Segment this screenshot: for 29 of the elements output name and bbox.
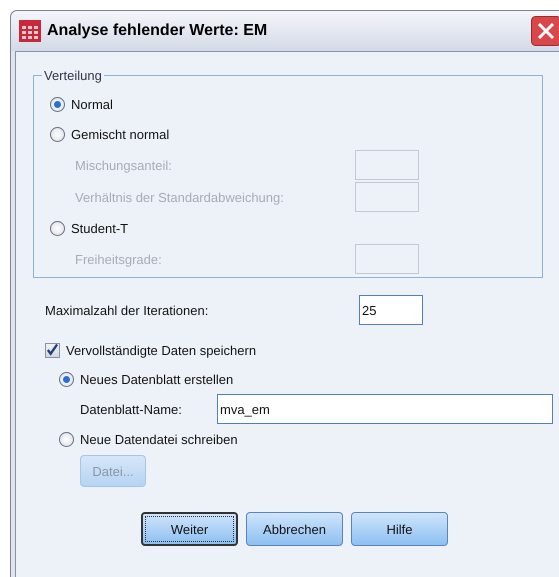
radio-button[interactable]	[59, 432, 74, 446]
radio-label: Gemischt normal	[71, 126, 170, 142]
field-label: Mischungsanteil:	[75, 158, 173, 172]
window-title: Analyse fehlender Werte: EM	[47, 22, 268, 40]
radio-label: Normal	[71, 96, 113, 112]
radio-button[interactable]	[59, 372, 74, 386]
checkbox-label: Vervollständigte Daten speichern	[66, 342, 256, 358]
dialog-button[interactable]: Abbrechen	[246, 512, 343, 546]
radio-button[interactable]	[50, 126, 65, 142]
dialog-button[interactable]: Hilfe	[351, 512, 448, 546]
input-field[interactable]: mva_em	[217, 394, 553, 424]
radio-label: Student-T	[71, 220, 128, 236]
dialog-button[interactable]: Weiter	[141, 512, 238, 546]
input-field[interactable]	[355, 150, 419, 180]
radio-label: Neues Datenblatt erstellen	[80, 372, 234, 386]
close-icon[interactable]	[531, 16, 559, 46]
field-label: Verhältnis der Standardabweichung:	[75, 190, 285, 204]
radio-button[interactable]	[50, 96, 65, 112]
input-field[interactable]	[355, 182, 419, 212]
field-label: Maximalzahl der Iterationen:	[45, 302, 210, 318]
group-legend: Verteilung	[42, 68, 104, 83]
checkbox[interactable]	[45, 342, 60, 358]
grid-icon	[19, 20, 41, 42]
input-field[interactable]	[355, 244, 419, 274]
radio-label: Neue Datendatei schreiben	[80, 432, 238, 446]
field-label: Freiheitsgrade:	[75, 252, 163, 266]
input-field[interactable]: 25	[359, 295, 423, 325]
radio-button[interactable]	[50, 220, 65, 236]
field-label: Datenblatt-Name:	[80, 402, 183, 416]
